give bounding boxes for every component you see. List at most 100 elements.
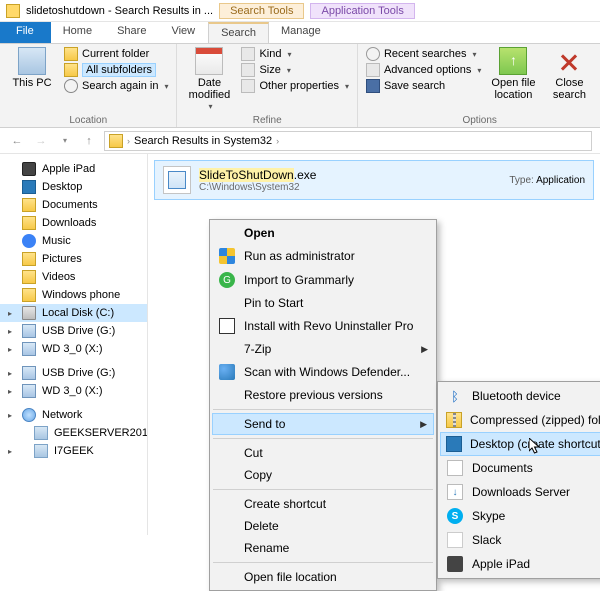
date-modified-button[interactable]: Date modified ▾ bbox=[185, 47, 233, 112]
recent-searches-button[interactable]: Recent searches▾ bbox=[366, 47, 481, 61]
window-icon bbox=[6, 4, 20, 18]
sendto-slack[interactable]: Slack bbox=[440, 528, 600, 552]
contextual-tab-application-tools[interactable]: Application Tools bbox=[310, 3, 414, 19]
sendto-documents[interactable]: Documents bbox=[440, 456, 600, 480]
result-type: Type: Application bbox=[509, 175, 585, 186]
sendto-bluetooth[interactable]: ᛒBluetooth device bbox=[440, 384, 600, 408]
sidebar-item-label: USB Drive (G:) bbox=[42, 325, 115, 337]
advanced-options-button[interactable]: Advanced options▾ bbox=[366, 63, 481, 77]
menu-send-to[interactable]: Send to▶ bbox=[212, 413, 434, 435]
sidebar-item[interactable]: ▸ USB Drive (G:) bbox=[0, 364, 147, 382]
disk-icon bbox=[22, 306, 36, 320]
expand-icon[interactable]: ▸ bbox=[8, 369, 12, 378]
sidebar-item-label: Downloads bbox=[42, 217, 96, 229]
address-bar: ← → ▾ ↑ › Search Results in System32 › bbox=[0, 128, 600, 154]
kind-button[interactable]: Kind▾ bbox=[241, 47, 349, 61]
this-pc-icon bbox=[18, 47, 46, 75]
clock-icon bbox=[366, 47, 380, 61]
tab-manage[interactable]: Manage bbox=[269, 22, 334, 43]
search-result-item[interactable]: SlideToShutDown.exe C:\Windows\System32 … bbox=[154, 160, 594, 200]
this-pc-button[interactable]: This PC bbox=[8, 47, 56, 89]
sidebar-item[interactable]: ▸I7GEEK bbox=[0, 442, 147, 460]
sidebar-item[interactable]: Apple iPad bbox=[0, 160, 147, 178]
sidebar-item[interactable]: ▸ Network bbox=[0, 406, 147, 424]
recent-locations-button[interactable]: ▾ bbox=[56, 132, 74, 150]
pc-icon bbox=[34, 444, 48, 458]
expand-icon[interactable]: ▸ bbox=[8, 411, 12, 420]
sendto-downloads-server[interactable]: Downloads Server bbox=[440, 480, 600, 504]
current-folder-button[interactable]: Current folder bbox=[64, 47, 168, 61]
sidebar-item-label: Network bbox=[42, 409, 82, 421]
folder-icon bbox=[109, 134, 123, 148]
all-subfolders-button[interactable]: All subfolders bbox=[64, 63, 168, 77]
sidebar-item-label: Local Disk (C:) bbox=[42, 307, 114, 319]
tab-home[interactable]: Home bbox=[51, 22, 105, 43]
sendto-desktop-shortcut[interactable]: Desktop (create shortcut) bbox=[440, 432, 600, 456]
menu-delete[interactable]: Delete bbox=[212, 515, 434, 537]
expand-icon[interactable]: ▸ bbox=[8, 327, 12, 336]
sidebar-item[interactable]: GEEKSERVER2011 bbox=[0, 424, 147, 442]
menu-separator bbox=[213, 409, 433, 410]
menu-run-as-admin[interactable]: Run as administrator bbox=[212, 244, 434, 268]
tab-share[interactable]: Share bbox=[105, 22, 159, 43]
search-again-button[interactable]: Search again in▾ bbox=[64, 79, 168, 93]
expand-icon[interactable]: ▸ bbox=[8, 387, 12, 396]
breadcrumb-segment[interactable]: Search Results in System32 bbox=[134, 135, 272, 147]
open-file-location-button[interactable]: Open file location bbox=[489, 47, 537, 101]
forward-button[interactable]: → bbox=[32, 132, 50, 150]
menu-open-file-location[interactable]: Open file location bbox=[212, 566, 434, 588]
menu-restore-versions[interactable]: Restore previous versions bbox=[212, 384, 434, 406]
expand-icon[interactable]: ▸ bbox=[8, 345, 12, 354]
contextual-tab-search-tools[interactable]: Search Tools bbox=[219, 3, 304, 19]
back-button[interactable]: ← bbox=[8, 132, 26, 150]
expand-icon[interactable]: ▸ bbox=[8, 309, 12, 318]
size-icon bbox=[241, 63, 255, 77]
size-button[interactable]: Size▾ bbox=[241, 63, 349, 77]
menu-revo[interactable]: Install with Revo Uninstaller Pro bbox=[212, 314, 434, 338]
folder-icon bbox=[22, 270, 36, 284]
menu-rename[interactable]: Rename bbox=[212, 537, 434, 559]
close-search-button[interactable]: Close search bbox=[545, 47, 593, 101]
up-button[interactable]: ↑ bbox=[80, 132, 98, 150]
menu-pin-to-start[interactable]: Pin to Start bbox=[212, 292, 434, 314]
sidebar-item[interactable]: ▸WD 3_0 (X:) bbox=[0, 382, 147, 400]
sidebar-item[interactable]: Windows phone bbox=[0, 286, 147, 304]
menu-defender[interactable]: Scan with Windows Defender... bbox=[212, 360, 434, 384]
sidebar-item[interactable]: Documents bbox=[0, 196, 147, 214]
sidebar-item[interactable]: Downloads bbox=[0, 214, 147, 232]
sendto-skype[interactable]: SSkype bbox=[440, 504, 600, 528]
other-properties-button[interactable]: Other properties▾ bbox=[241, 79, 349, 93]
menu-cut[interactable]: Cut bbox=[212, 442, 434, 464]
ribbon-group-options: Recent searches▾ Advanced options▾ Save … bbox=[358, 44, 600, 127]
sidebar-item[interactable]: Videos bbox=[0, 268, 147, 286]
open-location-icon bbox=[499, 47, 527, 75]
save-search-button[interactable]: Save search bbox=[366, 79, 481, 93]
menu-create-shortcut[interactable]: Create shortcut bbox=[212, 493, 434, 515]
sendto-compressed[interactable]: Compressed (zipped) folder bbox=[440, 408, 600, 432]
result-path: C:\Windows\System32 bbox=[199, 182, 501, 193]
sidebar-item-label: USB Drive (G:) bbox=[42, 367, 115, 379]
tab-search[interactable]: Search bbox=[208, 22, 269, 43]
breadcrumb[interactable]: › Search Results in System32 › bbox=[104, 131, 592, 151]
sidebar-item[interactable]: ▸ Local Disk (C:) bbox=[0, 304, 147, 322]
folder-icon bbox=[22, 288, 36, 302]
menu-open[interactable]: Open bbox=[212, 222, 434, 244]
navigation-pane[interactable]: Apple iPadDesktopDocuments Downloads Music… bbox=[0, 154, 148, 535]
sendto-apple-ipad[interactable]: Apple iPad bbox=[440, 552, 600, 576]
sidebar-item[interactable]: ▸WD 3_0 (X:) bbox=[0, 340, 147, 358]
sidebar-item[interactable]: Pictures bbox=[0, 250, 147, 268]
sidebar-item[interactable]: Desktop bbox=[0, 178, 147, 196]
menu-7zip[interactable]: 7-Zip▶ bbox=[212, 338, 434, 360]
zip-icon bbox=[446, 412, 462, 428]
menu-separator bbox=[213, 562, 433, 563]
expand-icon[interactable]: ▸ bbox=[8, 447, 12, 456]
folder-icon bbox=[22, 216, 36, 230]
tab-file[interactable]: File bbox=[0, 22, 51, 43]
folder-icon bbox=[64, 63, 78, 77]
sidebar-item[interactable]: ▸ USB Drive (G:) bbox=[0, 322, 147, 340]
menu-copy[interactable]: Copy bbox=[212, 464, 434, 486]
menu-grammarly[interactable]: GImport to Grammarly bbox=[212, 268, 434, 292]
sidebar-item[interactable]: Music bbox=[0, 232, 147, 250]
tab-view[interactable]: View bbox=[159, 22, 208, 43]
options-icon bbox=[366, 63, 380, 77]
